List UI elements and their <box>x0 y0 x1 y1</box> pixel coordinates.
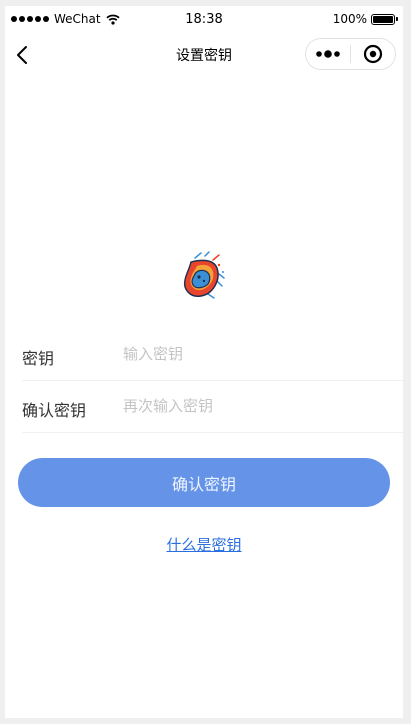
phone-screen: WeChat 18:38 100% 设置密钥 密钥 确认密钥 确认密钥 什么是密… <box>5 6 403 718</box>
flaming-meteor-icon <box>183 251 225 299</box>
confirm-key-label: 确认密钥 <box>22 401 87 420</box>
confirm-key-row: 确认密钥 <box>22 381 403 433</box>
key-row: 密钥 <box>22 329 403 381</box>
status-bar: WeChat 18:38 100% <box>5 6 403 34</box>
target-circle-icon <box>363 44 383 64</box>
key-label: 密钥 <box>22 349 55 368</box>
navigation-bar: 设置密钥 <box>5 34 403 76</box>
more-dots-icon <box>316 50 340 58</box>
confirm-key-button[interactable]: 确认密钥 <box>18 458 390 507</box>
more-menu-button[interactable] <box>306 39 350 69</box>
battery-icon <box>371 13 398 25</box>
confirm-key-input[interactable] <box>123 393 393 419</box>
close-mini-program-button[interactable] <box>351 39 395 69</box>
what-is-key-link[interactable]: 什么是密钥 <box>5 534 403 555</box>
battery-percent: 100% <box>332 12 367 26</box>
mini-program-capsule <box>305 38 396 70</box>
key-input[interactable] <box>123 341 393 367</box>
status-right: 100% <box>332 12 398 26</box>
